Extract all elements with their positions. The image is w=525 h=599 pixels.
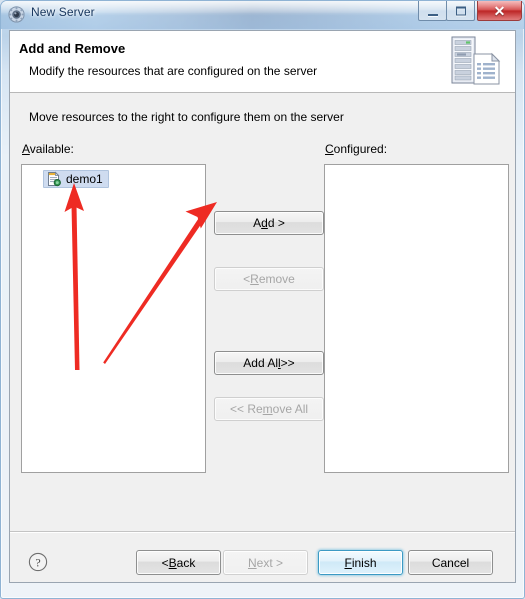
available-label-rest: vailable: [29, 142, 74, 156]
remove-button-pre: < [243, 272, 251, 286]
back-button-pre: < [161, 555, 169, 570]
available-label-mnemonic: A [22, 142, 30, 156]
maximize-icon [455, 6, 466, 15]
configured-label: Configured: [325, 142, 387, 156]
dialog-client-area: Add and Remove Modify the resources that… [9, 30, 516, 583]
add-button-pre: A [253, 216, 262, 230]
next-button-post: ext > [256, 555, 284, 570]
wizard-header: Add and Remove Modify the resources that… [10, 31, 515, 93]
add-button[interactable]: Add > [214, 211, 324, 235]
add-all-button[interactable]: Add Al l >> [214, 351, 324, 375]
footer-separator [10, 531, 515, 533]
available-label: Available: [22, 142, 74, 156]
add-all-button-post: >> [280, 356, 295, 370]
list-item[interactable]: demo1 [43, 170, 109, 188]
page-subtitle: Modify the resources that are configured… [29, 64, 318, 78]
help-question-icon[interactable]: ? [28, 552, 48, 572]
svg-text:?: ? [35, 555, 40, 569]
minimize-icon [427, 13, 438, 16]
configured-label-rest: onfigured: [333, 142, 388, 156]
next-button[interactable]: Next > [223, 550, 308, 575]
finish-button-post: inish [351, 555, 377, 570]
minimize-button[interactable] [418, 1, 447, 21]
title-bar[interactable]: New Server ✕ [0, 0, 525, 29]
close-icon: ✕ [493, 2, 506, 19]
cancel-button-label: Cancel [431, 555, 470, 570]
remove-button-mnemonic: R [250, 272, 259, 286]
page-title: Add and Remove [19, 41, 126, 56]
remove-all-button-post: ove All [272, 402, 309, 416]
remove-button[interactable]: < Remove [214, 267, 324, 291]
finish-button-mnemonic: F [344, 555, 352, 570]
server-and-document-icon [447, 34, 505, 90]
web-module-icon [46, 171, 62, 187]
remove-button-post: emove [258, 272, 295, 286]
available-resources-list[interactable]: demo1 [21, 164, 206, 473]
instruction-text: Move resources to the right to configure… [29, 110, 344, 124]
add-all-button-pre: Add Al [243, 356, 278, 370]
remove-all-button[interactable]: << Re m ove All [214, 397, 324, 421]
server-config-icon [8, 6, 25, 23]
back-button-mnemonic: B [168, 555, 177, 570]
configured-label-mnemonic: C [325, 142, 334, 156]
cancel-button[interactable]: Cancel [408, 550, 493, 575]
new-server-dialog: New Server ✕ Add and Remove Modify the r… [0, 0, 525, 599]
window-title: New Server [31, 5, 95, 19]
back-button[interactable]: < Back [136, 550, 221, 575]
next-button-mnemonic: N [247, 555, 257, 570]
list-item-label: demo1 [66, 172, 103, 186]
remove-all-button-mnemonic: m [262, 402, 273, 416]
close-button[interactable]: ✕ [477, 1, 522, 21]
back-button-post: ack [176, 555, 196, 570]
window-controls: ✕ [418, 1, 522, 21]
add-button-post: d > [267, 216, 285, 230]
configured-resources-list[interactable] [324, 164, 509, 473]
finish-button[interactable]: Finish [318, 550, 403, 575]
add-button-mnemonic: d [261, 216, 268, 230]
maximize-button[interactable] [446, 1, 475, 21]
remove-all-button-pre: << Re [229, 402, 263, 416]
